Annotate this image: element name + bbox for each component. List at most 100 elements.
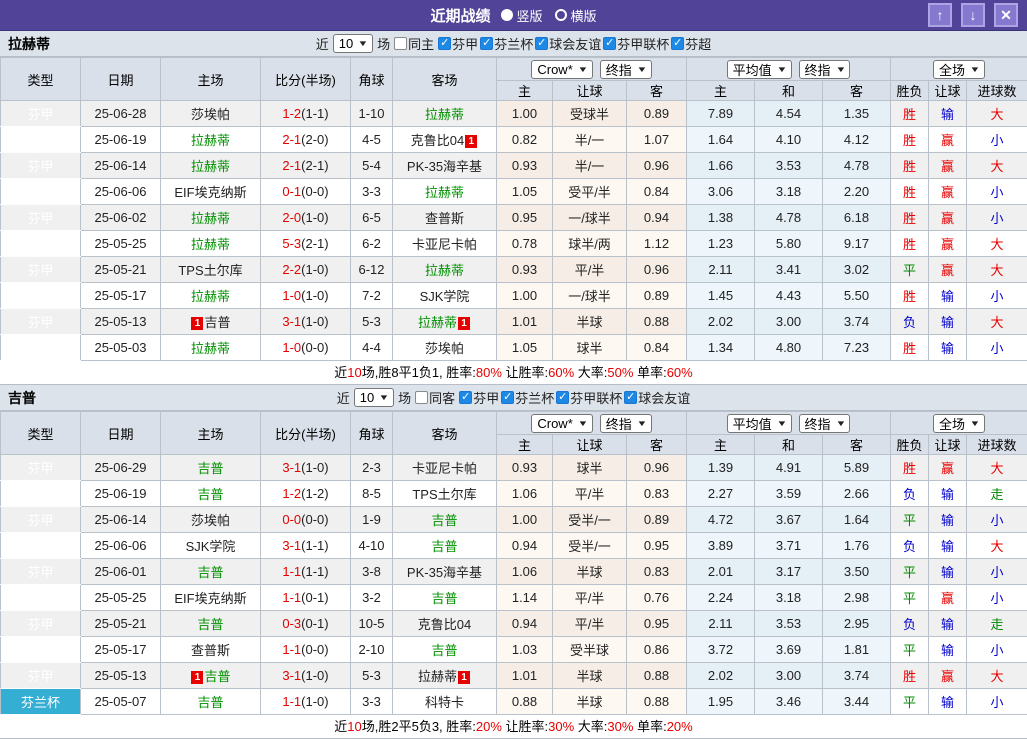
- league-filter-checkbox[interactable]: 球会友谊: [535, 34, 601, 53]
- col-result-wdl: 胜负: [891, 81, 929, 101]
- odds-away: 0.88: [627, 689, 687, 715]
- avg-type-select[interactable]: 平均值▼: [727, 414, 792, 433]
- odds-time-select[interactable]: 终指▼: [600, 414, 652, 433]
- result-goals: 大: [967, 309, 1027, 335]
- competition-badge: 芬甲: [1, 335, 81, 361]
- result-goals: 大: [967, 101, 1027, 127]
- close-button[interactable]: ✕: [994, 3, 1018, 27]
- corner-score: 4-10: [351, 533, 393, 559]
- odds-handicap: 半球: [553, 309, 627, 335]
- odds-company-select[interactable]: Crow*▼: [531, 414, 592, 433]
- avg-draw: 3.53: [755, 153, 823, 179]
- avg-type-select[interactable]: 平均值▼: [727, 60, 792, 79]
- team-label: 拉赫蒂: [418, 669, 457, 684]
- league-filter-checkbox[interactable]: 芬甲联杯: [603, 34, 669, 53]
- halftime-score: (0-0): [301, 340, 328, 355]
- result-handicap: 输: [929, 101, 967, 127]
- competition-badge: 芬甲: [1, 179, 81, 205]
- fulltime-score: 2-0: [282, 210, 301, 225]
- avg-home: 1.38: [687, 205, 755, 231]
- match-row: 芬甲 25-06-14 莎埃帕 0-0(0-0) 1-9 吉普 1.00 受半/…: [1, 507, 1027, 533]
- avg-away: 3.74: [823, 309, 891, 335]
- league-filter-checkbox[interactable]: 芬兰杯: [480, 34, 533, 53]
- avg-draw: 3.69: [755, 637, 823, 663]
- chevron-down-icon: ▼: [835, 65, 846, 74]
- halftime-score: (0-1): [301, 590, 328, 605]
- team-label: 拉赫蒂: [191, 133, 230, 148]
- league-filter-checkbox[interactable]: 芬兰杯: [501, 388, 554, 407]
- league-filter-checkbox[interactable]: 芬甲: [438, 34, 478, 53]
- halftime-score: (1-1): [301, 538, 328, 553]
- col-odds-away: 客: [627, 81, 687, 101]
- team-label: 拉赫蒂: [425, 107, 464, 122]
- odds-home: 0.93: [497, 257, 553, 283]
- move-down-button[interactable]: ↓: [961, 3, 985, 27]
- games-label: 场: [398, 388, 411, 407]
- avg-away: 1.81: [823, 637, 891, 663]
- chevron-down-icon: ▼: [636, 65, 647, 74]
- avg-home: 2.02: [687, 663, 755, 689]
- close-icon: ✕: [1000, 8, 1012, 22]
- avg-home: 2.11: [687, 257, 755, 283]
- home-team-cell: 1吉普: [161, 309, 261, 335]
- team-label: 克鲁比04: [411, 133, 464, 148]
- team-label: 吉普: [197, 617, 223, 632]
- team-filter-bar: 拉赫蒂 近 10 ▼ 场 同主 芬甲芬兰杯球会友谊芬甲联杯芬超: [0, 31, 1027, 57]
- odds-away: 0.96: [627, 455, 687, 481]
- fulltime-score: 1-0: [282, 288, 301, 303]
- league-filter-checkbox[interactable]: 芬甲联杯: [556, 388, 622, 407]
- result-goals: 小: [967, 335, 1027, 361]
- chevron-down-icon: ▼: [969, 419, 980, 428]
- corner-score: 6-2: [351, 231, 393, 257]
- team-label: 吉普: [204, 669, 230, 684]
- venue-filter-checkbox[interactable]: 同主: [394, 34, 434, 53]
- team-label: TPS土尔库: [178, 263, 242, 278]
- away-team-cell: 吉普: [393, 637, 497, 663]
- odds-company-select[interactable]: Crow*▼: [531, 60, 592, 79]
- match-count-select[interactable]: 10 ▼: [354, 388, 394, 407]
- result-handicap: 输: [929, 335, 967, 361]
- home-team-cell: TPS土尔库: [161, 257, 261, 283]
- odds-time-select[interactable]: 终指▼: [600, 60, 652, 79]
- result-goals: 大: [967, 231, 1027, 257]
- chevron-down-icon: ▼: [577, 419, 588, 428]
- avg-draw: 4.91: [755, 455, 823, 481]
- avg-time-select[interactable]: 终指▼: [799, 60, 851, 79]
- odds-away: 0.95: [627, 533, 687, 559]
- avg-away: 3.74: [823, 663, 891, 689]
- halftime-score: (1-0): [301, 314, 328, 329]
- layout-radio-option[interactable]: 竖版: [500, 6, 542, 25]
- halftime-score: (1-0): [301, 288, 328, 303]
- competition-badge: 芬甲: [1, 101, 81, 127]
- halftime-score: (1-1): [301, 106, 328, 121]
- corner-score: 3-3: [351, 179, 393, 205]
- result-goals: 小: [967, 205, 1027, 231]
- result-scope-select[interactable]: 全场▼: [933, 414, 985, 433]
- away-team-cell: 拉赫蒂: [393, 257, 497, 283]
- odds-handicap: 平/半: [553, 585, 627, 611]
- layout-radio-option[interactable]: 横版: [555, 6, 597, 25]
- score-cell: 1-1(0-1): [261, 585, 351, 611]
- arrow-up-icon: ↑: [937, 8, 944, 22]
- league-filter-checkbox[interactable]: 芬甲: [459, 388, 499, 407]
- avg-away: 5.89: [823, 455, 891, 481]
- avg-away: 3.50: [823, 559, 891, 585]
- league-filter-checkbox[interactable]: 芬超: [671, 34, 711, 53]
- col-result-handicap: 让球: [929, 81, 967, 101]
- score-cell: 1-2(1-1): [261, 101, 351, 127]
- halftime-score: (1-0): [301, 210, 328, 225]
- venue-filter-checkbox[interactable]: 同客: [415, 388, 455, 407]
- avg-draw: 3.18: [755, 585, 823, 611]
- move-up-button[interactable]: ↑: [928, 3, 952, 27]
- league-filter-checkbox[interactable]: 球会友谊: [624, 388, 690, 407]
- window-buttons: ↑ ↓ ✕: [928, 3, 1027, 27]
- avg-draw: 3.46: [755, 689, 823, 715]
- result-handicap: 赢: [929, 127, 967, 153]
- avg-time-select[interactable]: 终指▼: [799, 414, 851, 433]
- match-date: 25-05-13: [81, 663, 161, 689]
- team-label: PK-35海辛基: [407, 159, 482, 174]
- fulltime-score: 0-3: [282, 616, 301, 631]
- result-scope-select[interactable]: 全场▼: [933, 60, 985, 79]
- odds-away: 0.89: [627, 101, 687, 127]
- match-count-select[interactable]: 10 ▼: [333, 34, 373, 53]
